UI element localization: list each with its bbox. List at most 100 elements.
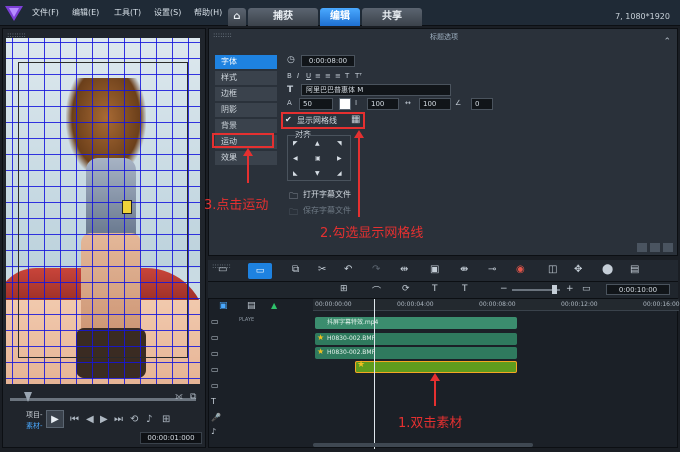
side-tab-font[interactable]: 字体 <box>215 55 277 69</box>
font-size-field[interactable]: 50 <box>299 98 333 110</box>
magnet-icon[interactable]: ⌒ <box>372 284 381 297</box>
text-direction-icon[interactable]: T <box>345 72 349 80</box>
mix-icon[interactable]: ◫ <box>548 264 557 275</box>
track-view-icon[interactable]: ▤ <box>247 301 256 311</box>
char-spacing-field[interactable]: 100 <box>419 98 451 110</box>
redo-icon[interactable]: ↷ <box>372 264 380 275</box>
zoom-slider-thumb[interactable] <box>552 285 557 294</box>
undo-icon[interactable]: ↶ <box>344 264 352 275</box>
ripple-icon[interactable]: ⇼ <box>460 264 468 275</box>
split-icon[interactable]: ⧉ <box>190 392 196 402</box>
save-subtitle-button[interactable]: 保存字幕文件 <box>303 205 351 216</box>
clip-mode-label[interactable]: 素材- <box>26 421 43 431</box>
preview-scrub-bar[interactable] <box>10 398 196 401</box>
edit-icon[interactable] <box>650 243 660 252</box>
track-header-music[interactable]: ♪ <box>209 427 311 441</box>
clip-overlay-1[interactable]: H0830-002.BMP <box>315 333 517 345</box>
open-subtitle-button[interactable]: 打开字幕文件 <box>303 189 351 200</box>
side-tab-border[interactable]: 边框 <box>215 87 277 101</box>
repeat-icon[interactable]: ⟲ <box>130 414 138 425</box>
cut-icon[interactable]: ✂ <box>318 264 326 275</box>
text-style-icon[interactable]: Tᵀ <box>355 72 362 80</box>
italic-icon[interactable]: I <box>297 72 299 80</box>
go-start-icon[interactable]: ⏮ <box>70 414 79 425</box>
project-mode-label[interactable]: 项目- <box>26 410 43 420</box>
trim-icon[interactable]: ⟗ <box>175 392 183 402</box>
align-top-left-icon[interactable]: ◤ <box>293 140 298 147</box>
volume-icon[interactable]: ♪ <box>146 414 152 425</box>
align-center-icon[interactable]: ≡ <box>325 72 331 80</box>
multicam-icon[interactable]: ⬤ <box>602 264 613 275</box>
timeline-end-timecode[interactable]: 0:00:10:00 <box>606 284 670 295</box>
track-header-overlay-3[interactable]: ▭ <box>209 365 311 379</box>
tab-share[interactable]: 共享 <box>362 8 422 26</box>
text-icon[interactable]: T <box>462 284 468 294</box>
storyboard-view-icon[interactable]: ▭ <box>218 264 227 275</box>
menu-file[interactable]: 文件(F) <box>32 7 59 18</box>
fit-timeline-icon[interactable]: ⇹ <box>400 264 408 275</box>
align-left-icon[interactable]: ◀ <box>293 155 298 162</box>
side-tab-background[interactable]: 背景 <box>215 119 277 133</box>
loop-icon[interactable]: ⟳ <box>402 284 410 294</box>
snap-icon[interactable]: ⊞ <box>340 284 348 294</box>
timeline-view-button[interactable]: ▭ <box>248 263 272 279</box>
fit-project-icon[interactable]: ▭ <box>582 284 591 294</box>
zoom-in-icon[interactable]: + <box>566 284 574 294</box>
font-select[interactable]: 阿里巴巴普惠体 M <box>301 84 451 96</box>
tab-capture[interactable]: 捕获 <box>248 8 318 26</box>
prev-frame-icon[interactable]: ◀ <box>86 414 94 425</box>
gallery-icon[interactable] <box>637 243 647 252</box>
motion-track-icon[interactable]: ✥ <box>574 264 582 275</box>
align-right-icon[interactable]: ≡ <box>335 72 341 80</box>
playhead[interactable] <box>374 299 375 449</box>
menu-help[interactable]: 帮助(H) <box>194 7 222 18</box>
go-end-icon[interactable]: ⏭ <box>114 414 123 425</box>
home-tab[interactable]: ⌂ <box>228 8 246 26</box>
align-right-icon[interactable]: ▶ <box>337 155 342 162</box>
side-tab-style[interactable]: 样式 <box>215 71 277 85</box>
track-header-overlay-4[interactable]: ▭ <box>209 381 311 395</box>
next-frame-icon[interactable]: ▶ <box>100 414 108 425</box>
split-track-icon[interactable]: ⊸ <box>488 264 496 275</box>
fit-icon[interactable]: ⊞ <box>162 414 170 425</box>
track-header-title[interactable]: T <box>209 397 311 411</box>
align-bottom-icon[interactable]: ▼ <box>315 170 320 177</box>
menu-settings[interactable]: 设置(S) <box>154 7 181 18</box>
preview-timecode[interactable]: 00:00:01:000 <box>140 432 202 444</box>
duration-field[interactable]: 0:00:08:00 <box>301 55 355 67</box>
add-track-icon[interactable]: ▣ <box>219 301 228 311</box>
align-bottom-right-icon[interactable]: ◢ <box>337 170 342 177</box>
record-icon[interactable]: ◉ <box>516 264 525 275</box>
collapse-icon[interactable]: ⌃ <box>663 37 671 47</box>
timeline-scrollbar[interactable] <box>313 443 533 447</box>
menu-edit[interactable]: 编辑(E) <box>72 7 99 18</box>
tab-edit[interactable]: 编辑 <box>320 8 360 26</box>
play-button[interactable]: ▶ <box>46 410 64 428</box>
menu-tools[interactable]: 工具(T) <box>114 7 141 18</box>
text-anchor-handle[interactable] <box>122 200 132 214</box>
ripple-edit-icon[interactable]: ▲ <box>271 301 277 310</box>
subtitle-icon[interactable]: ▤ <box>630 264 639 275</box>
screen-capture-icon[interactable]: ▣ <box>430 264 439 275</box>
title-track-icon[interactable]: T <box>432 284 438 294</box>
track-header-overlay-1[interactable]: ▭ <box>209 333 311 347</box>
zoom-out-icon[interactable]: − <box>500 284 508 294</box>
timeline-ruler[interactable]: 00:00:00:00 00:00:04:00 00:00:08:00 00:0… <box>313 299 680 311</box>
bold-icon[interactable]: B <box>287 72 292 80</box>
track-header-voice[interactable]: 🎤 <box>209 413 311 427</box>
grid-view-icon[interactable] <box>663 243 673 252</box>
track-manager-icon[interactable]: ⧉ <box>292 264 299 275</box>
underline-icon[interactable]: U <box>306 72 311 80</box>
side-tab-shadow[interactable]: 阴影 <box>215 103 277 117</box>
align-center-icon[interactable]: ▣ <box>315 155 321 162</box>
align-top-right-icon[interactable]: ◥ <box>337 140 342 147</box>
align-top-icon[interactable]: ▲ <box>315 140 320 147</box>
align-left-icon[interactable]: ≡ <box>315 72 321 80</box>
rotation-field[interactable]: 0 <box>471 98 493 110</box>
align-bottom-left-icon[interactable]: ◣ <box>293 170 298 177</box>
font-color-swatch[interactable] <box>339 98 351 110</box>
line-spacing-field[interactable]: 100 <box>367 98 399 110</box>
clip-video[interactable]: 抖屏字幕特效.mp4 <box>315 317 517 329</box>
track-header-video[interactable]: ▭ PLAYE <box>209 317 311 331</box>
track-header-overlay-2[interactable]: ▭ <box>209 349 311 363</box>
